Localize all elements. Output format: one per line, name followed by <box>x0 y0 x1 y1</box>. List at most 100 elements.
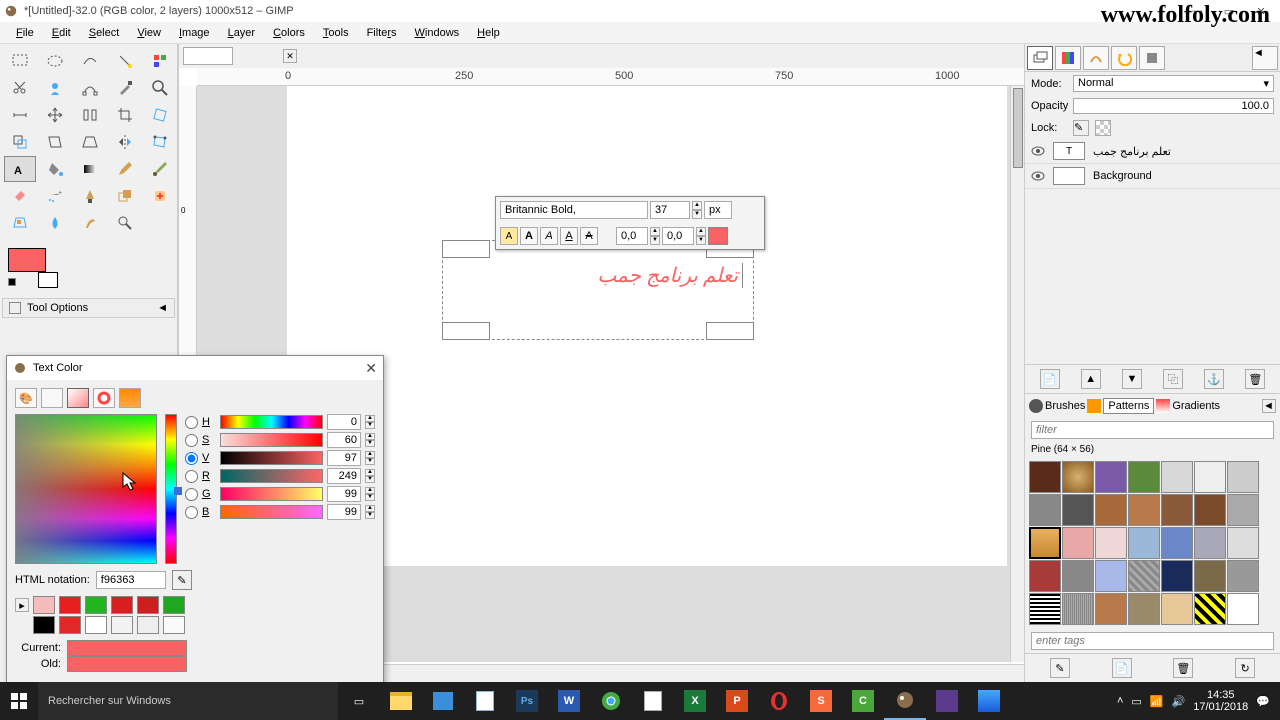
pattern-item[interactable] <box>1095 494 1127 526</box>
layer-row[interactable]: T تعلم برنامج جمب <box>1025 139 1280 164</box>
tool-rect-select[interactable] <box>4 48 36 74</box>
search-box[interactable]: Rechercher sur Windows <box>38 682 338 720</box>
handle-top-left[interactable] <box>442 240 490 258</box>
pattern-item[interactable] <box>1227 494 1259 526</box>
text-strike-button[interactable]: A <box>580 227 598 245</box>
tb-camtasia[interactable]: C <box>842 682 884 720</box>
menu-colors[interactable]: Colors <box>265 25 313 41</box>
tool-dodge[interactable] <box>109 210 141 236</box>
resource-menu-button[interactable]: ◄ <box>1262 399 1276 413</box>
r-slider[interactable] <box>220 469 323 483</box>
pattern-item[interactable] <box>1161 527 1193 559</box>
brushes-tab[interactable]: Brushes <box>1045 400 1085 412</box>
s-value[interactable]: 60 <box>327 432 361 448</box>
tool-perspective[interactable] <box>74 129 106 155</box>
color-swatch[interactable] <box>8 248 68 288</box>
visibility-icon[interactable] <box>1031 169 1045 183</box>
b-slider[interactable] <box>220 505 323 519</box>
recent-color[interactable] <box>33 596 55 614</box>
tb-snagit[interactable]: S <box>800 682 842 720</box>
tab-layers[interactable] <box>1027 46 1053 70</box>
kerning-b-input[interactable] <box>662 227 694 245</box>
pattern-item[interactable] <box>1161 560 1193 592</box>
tb-word[interactable]: W <box>548 682 590 720</box>
tool-paths[interactable] <box>74 75 106 101</box>
text-color-button[interactable] <box>708 227 728 245</box>
tray-network-icon[interactable]: 📶 <box>1150 695 1164 708</box>
pattern-item[interactable] <box>1194 527 1226 559</box>
tags-input[interactable] <box>1031 632 1274 650</box>
tool-flip[interactable] <box>109 129 141 155</box>
tray-battery-icon[interactable]: ▭ <box>1131 695 1141 708</box>
font-unit-select[interactable]: px <box>704 201 732 219</box>
menu-help[interactable]: Help <box>469 25 508 41</box>
pattern-item[interactable] <box>1095 560 1127 592</box>
eyedropper-button[interactable]: ✎ <box>172 570 192 590</box>
menu-filters[interactable]: Filters <box>359 25 405 41</box>
pattern-item[interactable] <box>1161 461 1193 493</box>
scrollbar-vertical[interactable] <box>1010 86 1024 662</box>
channel-v-radio[interactable] <box>185 452 198 465</box>
text-baseline-button[interactable]: A <box>500 227 518 245</box>
tool-color-select[interactable] <box>144 48 176 74</box>
tab-menu-button[interactable]: ◄ <box>1252 46 1278 70</box>
pattern-item[interactable] <box>1161 593 1193 625</box>
recent-color[interactable] <box>137 616 159 634</box>
layer-row[interactable]: Background <box>1025 164 1280 189</box>
g-value[interactable]: 99 <box>327 486 361 502</box>
recent-color[interactable] <box>59 596 81 614</box>
delete-layer-button[interactable]: 🗑 <box>1245 369 1265 389</box>
pattern-item[interactable] <box>1062 494 1094 526</box>
pattern-item[interactable] <box>1029 560 1061 592</box>
html-notation-input[interactable] <box>96 571 166 589</box>
opacity-slider[interactable]: 100.0 <box>1073 98 1274 114</box>
tray-clock[interactable]: 14:35 17/01/2018 <box>1193 689 1248 713</box>
pattern-item[interactable] <box>1095 527 1127 559</box>
pattern-item[interactable] <box>1062 593 1094 625</box>
menu-windows[interactable]: Windows <box>407 25 468 41</box>
tb-gimp[interactable] <box>884 682 926 720</box>
tool-foreground-select[interactable] <box>39 75 71 101</box>
edit-pattern-button[interactable]: ✎ <box>1050 658 1070 678</box>
channel-s-radio[interactable] <box>185 434 198 447</box>
layer-name[interactable]: تعلم برنامج جمب <box>1093 145 1171 158</box>
delete-pattern-button[interactable]: 🗑 <box>1173 658 1193 678</box>
tool-measure[interactable] <box>4 102 36 128</box>
tool-heal[interactable] <box>144 183 176 209</box>
pattern-item[interactable] <box>1128 527 1160 559</box>
tab-paths[interactable] <box>1083 46 1109 70</box>
pattern-item[interactable] <box>1227 527 1259 559</box>
tool-ellipse-select[interactable] <box>39 48 71 74</box>
pattern-item[interactable] <box>1095 593 1127 625</box>
pattern-item[interactable] <box>1128 461 1160 493</box>
mode-select[interactable]: Normal ▾ <box>1073 75 1274 92</box>
tb-powerpoint[interactable]: P <box>716 682 758 720</box>
tool-scissors[interactable] <box>4 75 36 101</box>
tb-app2[interactable] <box>968 682 1010 720</box>
default-colors-icon[interactable] <box>8 278 16 286</box>
menu-tools[interactable]: Tools <box>315 25 357 41</box>
channel-r-radio[interactable] <box>185 470 198 483</box>
pattern-item[interactable] <box>1062 560 1094 592</box>
r-value[interactable]: 249 <box>327 468 361 484</box>
recent-color[interactable] <box>85 616 107 634</box>
recent-color[interactable] <box>111 616 133 634</box>
kerning-a-input[interactable] <box>616 227 648 245</box>
pattern-item[interactable] <box>1029 461 1061 493</box>
duplicate-layer-button[interactable]: ⿻ <box>1163 369 1183 389</box>
pattern-item[interactable] <box>1227 461 1259 493</box>
refresh-pattern-button[interactable]: ↻ <box>1235 658 1255 678</box>
tool-pencil[interactable] <box>109 156 141 182</box>
recent-color[interactable] <box>137 596 159 614</box>
tool-clone[interactable] <box>109 183 141 209</box>
font-family-input[interactable] <box>500 201 648 219</box>
menu-image[interactable]: Image <box>171 25 218 41</box>
tool-scale[interactable] <box>4 129 36 155</box>
text-content[interactable]: تعلم برنامج جمب <box>453 263 743 288</box>
hue-strip[interactable] <box>165 414 177 564</box>
tool-crop[interactable] <box>109 102 141 128</box>
menu-file[interactable]: File <box>8 25 42 41</box>
recent-color[interactable] <box>59 616 81 634</box>
tb-store[interactable] <box>422 682 464 720</box>
tray-volume-icon[interactable]: 🔊 <box>1172 695 1186 708</box>
